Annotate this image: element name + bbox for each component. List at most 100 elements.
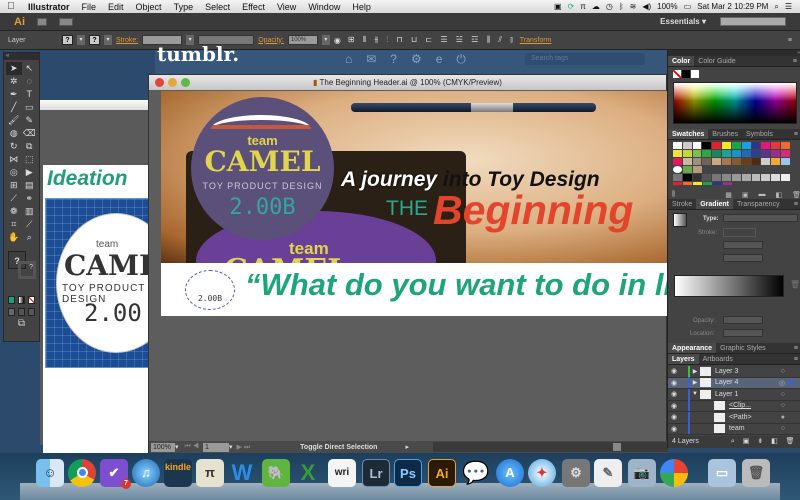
dock-app-store[interactable]: A [496, 459, 524, 487]
tab-appearance[interactable]: Appearance [668, 343, 717, 353]
menu-effect[interactable]: Effect [236, 2, 271, 12]
width-tool-icon[interactable]: ⋈ [6, 153, 22, 166]
notification-icon[interactable]: ☰ [785, 2, 792, 11]
rotate-tool-icon[interactable]: ↻ [6, 140, 22, 153]
scrollbar-thumb[interactable] [612, 443, 621, 451]
align-icons[interactable]: ⊞ ⫴ ⫵ ⫶ ⊓ ⊔ ⊏ ☰ ☱ ☲ ⫼ ⫽ ⫾ [348, 35, 516, 45]
layer-name[interactable]: Layer 3 [715, 368, 738, 375]
screen-mode-icon[interactable]: ⧉ [4, 318, 39, 329]
tab-color-guide[interactable]: Color Guide [694, 56, 739, 66]
time-machine-icon[interactable]: ◷ [606, 2, 613, 11]
fill-swatch[interactable]: ? [62, 35, 73, 45]
menu-view[interactable]: View [271, 2, 302, 12]
opacity-input[interactable]: 100% [287, 35, 318, 45]
zoom-level-field[interactable]: 100% [151, 442, 175, 452]
tab-layers[interactable]: Layers [668, 354, 699, 364]
draw-inside-button[interactable] [28, 308, 35, 316]
graph-tool-icon[interactable]: ▥ [22, 205, 38, 218]
dock-omnifocus[interactable]: ✔ 7 [100, 459, 131, 489]
layer-row[interactable]: ◉ <Path> ● [668, 411, 800, 424]
tab-artboards[interactable]: Artboards [699, 354, 737, 364]
eye-icon[interactable]: ◉ [668, 367, 680, 375]
stroke-dropdown[interactable]: ▾ [104, 35, 112, 45]
fill-dropdown[interactable]: ▾ [77, 35, 85, 45]
artboard-tool-icon[interactable]: ⌗ [6, 218, 22, 231]
status-text[interactable]: Toggle Direct Selection [300, 444, 377, 451]
slice-tool-icon[interactable]: ⟋ [22, 218, 38, 231]
mesh-tool-icon[interactable]: ⊞ [6, 179, 22, 192]
panel-menu-icon[interactable]: ≡ [788, 37, 792, 44]
quote-text[interactable]: “What do you want to do in life [245, 267, 668, 303]
gradient-mode-button[interactable] [18, 296, 25, 304]
volume-icon[interactable]: ◀) [642, 2, 651, 11]
minimize-button[interactable] [168, 78, 177, 87]
status-menu-icon[interactable]: ▸ [405, 443, 409, 451]
new-sublayer-icon[interactable]: ⇟ [757, 438, 763, 445]
none-swatch[interactable] [673, 70, 681, 78]
close-button[interactable] [155, 78, 164, 87]
pen-tool-icon[interactable]: ✒ [6, 88, 22, 101]
bluetooth-icon[interactable]: ᛒ [619, 2, 624, 11]
dock-safari[interactable]: ✦ [528, 459, 556, 487]
rectangle-tool-icon[interactable]: ▭ [22, 101, 38, 114]
expand-icon[interactable]: ▶ [690, 379, 700, 386]
dock-writer[interactable]: wri [328, 459, 356, 487]
eye-icon[interactable]: ◉ [668, 379, 680, 387]
pi-icon[interactable]: π [580, 2, 586, 11]
opacity-dropdown[interactable]: ▾ [321, 35, 330, 45]
gradient-aspect-field[interactable] [723, 254, 763, 262]
menu-app-name[interactable]: Illustrator [22, 2, 76, 12]
workspace-switcher[interactable]: Essentials ▾ [660, 17, 706, 26]
color-spectrum[interactable] [673, 82, 797, 124]
eye-icon[interactable]: ◉ [668, 402, 680, 410]
eye-icon[interactable]: ◉ [668, 413, 680, 421]
menu-select[interactable]: Select [199, 2, 236, 12]
selected-small-logo[interactable]: 2.00B [185, 270, 235, 310]
gradient-opacity-field[interactable] [723, 316, 763, 324]
panel-menu-icon[interactable]: ≡ [794, 343, 800, 353]
background-document-titlebar[interactable] [40, 100, 155, 110]
magic-wand-tool-icon[interactable]: ✲ [6, 75, 22, 88]
locate-object-icon[interactable]: ⌕ [731, 438, 735, 445]
layer-row[interactable]: ◉ ▶ Layer 4 ◎ [668, 377, 800, 389]
dock-latex[interactable]: π [196, 459, 224, 487]
target-icon[interactable]: ○ [781, 425, 785, 432]
blob-brush-tool-icon[interactable]: ◍ [6, 127, 22, 140]
clock[interactable]: Sat Mar 2 10:29 PM [697, 2, 768, 11]
apple-icon[interactable]:  [0, 1, 22, 12]
zoom-dropdown[interactable]: ▾ [175, 443, 179, 451]
target-icon[interactable]: ○ [781, 402, 785, 409]
type-tool-icon[interactable]: T [22, 88, 38, 101]
dock-trash[interactable]: 🗑 [742, 459, 770, 487]
dock-preview[interactable]: ✎ [594, 459, 622, 487]
draw-normal-button[interactable] [8, 308, 15, 316]
symbol-sprayer-tool-icon[interactable]: ❁ [6, 205, 22, 218]
panel-menu-icon[interactable]: ≡ [793, 56, 800, 66]
eyedropper-tool-icon[interactable]: ⟋ [6, 192, 22, 205]
recolor-icon[interactable]: ◉ [334, 36, 344, 45]
layer-name[interactable]: team [729, 425, 745, 432]
eraser-tool-icon[interactable]: ⌫ [22, 127, 38, 140]
scale-tool-icon[interactable]: ⧉ [22, 140, 38, 153]
eye-icon[interactable]: ◉ [668, 425, 680, 433]
stroke-label[interactable]: Stroke: [116, 37, 138, 44]
tab-graphic-styles[interactable]: Graphic Styles [716, 343, 770, 353]
expand-icon[interactable]: ▶ [690, 368, 700, 375]
paintbrush-tool-icon[interactable]: 🖌 [6, 114, 22, 127]
layer-name[interactable]: Layer 4 [715, 379, 738, 386]
dock-documents-folder[interactable]: ▭ [708, 459, 736, 487]
dock-iphoto[interactable]: 📷 [628, 459, 656, 487]
delete-stop-icon[interactable]: 🗑 [790, 280, 800, 289]
stroke-box[interactable]: ? [18, 261, 36, 279]
dock-picasa[interactable] [660, 459, 688, 487]
eye-icon[interactable]: ◉ [668, 390, 680, 398]
help-search-input[interactable] [720, 17, 786, 26]
menu-window[interactable]: Window [302, 2, 346, 12]
zoom-button[interactable] [181, 78, 190, 87]
layer-row[interactable]: ◉ ▼ Layer 1 ○ [668, 388, 800, 401]
tools-collapse[interactable]: « [4, 53, 39, 60]
dock-messages[interactable]: 💬 [462, 459, 490, 487]
new-layer-icon[interactable]: ◧ [771, 438, 778, 445]
arrange-documents-button[interactable] [59, 17, 73, 26]
menu-help[interactable]: Help [346, 2, 377, 12]
